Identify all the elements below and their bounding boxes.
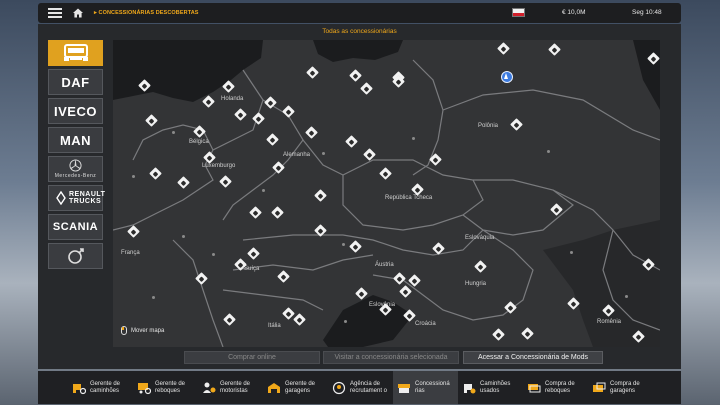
brand-volvo-button[interactable] [48,243,103,269]
tab-label: Caminhões usados [480,380,511,394]
menu-icon[interactable] [48,8,62,18]
country-label: França [121,250,140,256]
trailer-gear-icon [138,382,151,394]
country-label: Suíça [244,266,260,272]
tab-label: Gerente de motoristas [220,380,251,394]
tab-label: Gerente de garagens [285,380,316,394]
tab-dealers[interactable]: Concessioná rias [393,371,458,404]
used-truck-icon [464,383,476,393]
city-dot [261,188,265,192]
tab-label: Compra de garagens [610,380,640,394]
brand-label: IVECO [54,103,97,119]
brand-list: DAF IVECO MAN Mercedes-Benz RENAULT TRUC… [48,40,106,272]
city-dot [343,319,347,323]
tab-label: Agência de recrutament o [350,380,388,394]
truck-front-icon [63,44,88,61]
country-label: Hungria [465,281,487,287]
top-bar: CONCESSIONÁRIAS DESCOBERTAS € 10,0M Seg … [38,3,681,23]
brand-man-button[interactable]: MAN [48,127,103,153]
brand-iveco-button[interactable]: IVECO [48,98,103,124]
brand-label: RENAULT TRUCKS [69,191,106,205]
visit-selected-dealer-button[interactable]: Visitar a concessionária selecionada [323,351,459,364]
buy-online-button[interactable]: Comprar online [184,351,320,364]
recruitment-icon [332,381,346,394]
city-dot [171,130,175,134]
country-label: Polônia [478,123,499,129]
city-dot [546,149,550,153]
mouse-icon [121,326,127,335]
brand-label: MAN [59,132,92,148]
city-dot [624,294,628,298]
country-label: Luxemburgo [202,163,236,169]
tab-label: Gerente de caminhões [90,380,121,394]
truck-gear-icon [73,383,86,394]
city-dot [151,295,155,299]
tab-label: Gerente de reboques [155,380,186,394]
move-map-hint: Mover mapa [121,326,164,335]
country-label: Alemanha [283,152,311,158]
city-dot [341,242,345,246]
city-dot [181,234,185,238]
country-label: Holanda [221,96,244,102]
country-label: República Tcheca [385,195,433,201]
mercedes-star-icon [69,159,82,172]
poland-flag-icon [512,8,525,17]
breadcrumb: CONCESSIONÁRIAS DESCOBERTAS [94,10,199,16]
tab-label: Concessioná rias [415,380,450,394]
game-time: Seg 10:48 [632,9,662,16]
bottom-navigation: Gerente de caminhões Gerente de reboques… [38,371,681,404]
home-icon[interactable] [72,7,84,19]
money-balance: € 10,0M [562,9,586,16]
tab-recruitment-agency[interactable]: Agência de recrutament o [328,371,393,404]
brand-mercedes-button[interactable]: Mercedes-Benz [48,156,103,182]
tab-used-trucks[interactable]: Caminhões usados [458,371,523,404]
player-position-icon [501,71,513,83]
tab-buy-garages[interactable]: Compra de garagens [588,371,653,404]
brand-renault-button[interactable]: RENAULT TRUCKS [48,185,106,211]
country-label: Áustria [375,262,394,268]
tab-label: Compra de reboques [545,380,575,394]
brand-label: SCANIA [52,221,99,233]
brand-label: Mercedes-Benz [54,173,97,179]
brand-all-button[interactable] [48,40,103,66]
city-dot [131,174,135,178]
buy-trailer-icon [528,383,541,392]
country-label: Eslováquia [465,235,495,241]
city-dot [569,250,573,254]
country-label: Romênia [597,319,622,325]
brand-daf-button[interactable]: DAF [48,69,103,95]
brand-label: DAF [61,74,90,90]
buy-garage-icon [593,382,606,392]
mods-dealer-button[interactable]: Acessar a Concessionária de Mods [463,351,603,364]
tab-buy-trailers[interactable]: Compra de reboques [523,371,588,404]
garage-icon [268,382,280,393]
volvo-logo-icon [67,248,84,264]
renault-diamond-icon [56,191,66,205]
europe-map[interactable]: Holanda Bélgica Luxemburgo Alemanha Polô… [113,40,660,347]
tab-trailer-manager[interactable]: Gerente de reboques [133,371,198,404]
city-dot [211,252,215,256]
city-dot [411,136,415,140]
dealer-icon [398,383,410,393]
panel-title: Todas as concessionárias [322,28,397,35]
tab-driver-manager[interactable]: Gerente de motoristas [198,371,263,404]
country-label: Croácia [415,321,436,327]
city-dot [321,151,325,155]
country-label: Itália [268,323,281,329]
tab-truck-manager[interactable]: Gerente de caminhões [68,371,133,404]
tab-garage-manager[interactable]: Gerente de garagens [263,371,328,404]
country-label: Bélgica [189,139,209,145]
brand-scania-button[interactable]: SCANIA [48,214,103,240]
move-map-label: Mover mapa [131,327,165,334]
drivers-icon [203,382,216,393]
